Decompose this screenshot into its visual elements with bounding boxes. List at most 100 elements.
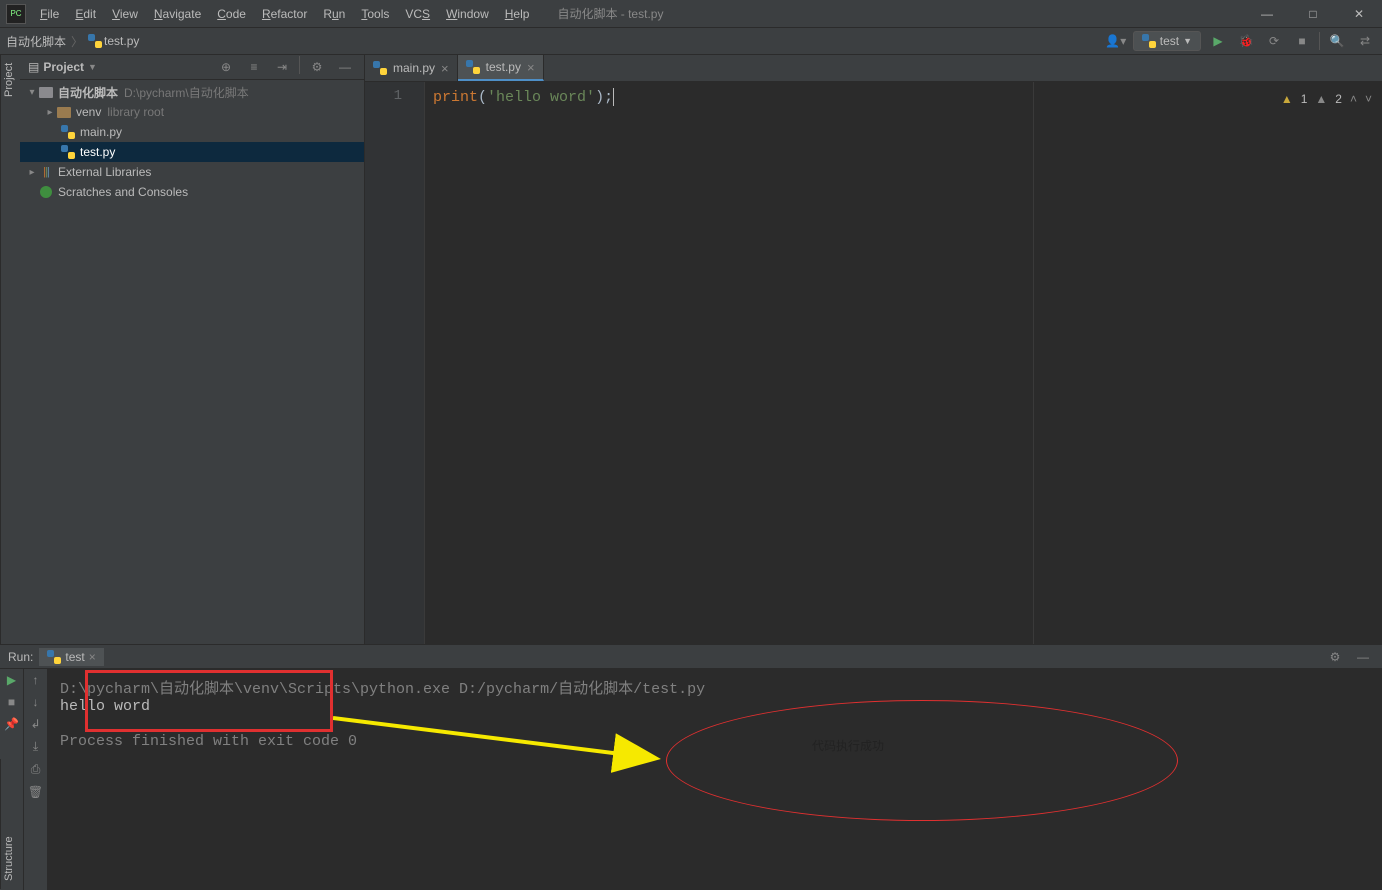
search-everywhere-icon[interactable]: 🔍 — [1326, 30, 1348, 52]
close-button[interactable]: ✕ — [1336, 0, 1382, 28]
trash-icon[interactable]: 🗑 — [28, 785, 43, 799]
scratches-icon — [40, 186, 52, 198]
console-program-output: hello word — [60, 698, 1370, 715]
run-button[interactable]: ▶ — [1207, 30, 1229, 52]
tree-file-test-label: test.py — [80, 145, 115, 159]
tree-root-path: D:\pycharm\自动化脚本 — [124, 84, 249, 101]
tree-external-label: External Libraries — [58, 165, 151, 179]
editor-tabs: main.py × test.py × — [365, 55, 1382, 82]
collapse-all-icon[interactable]: ⇥ — [271, 56, 293, 78]
menu-refactor[interactable]: Refactor — [254, 3, 315, 25]
python-file-icon — [373, 61, 387, 75]
python-file-icon — [466, 60, 480, 74]
tree-venv-label: venv — [76, 105, 101, 119]
run-panel-header: Run: test × — — [0, 645, 1382, 669]
updates-icon[interactable]: ⇄ — [1354, 30, 1376, 52]
tree-file-test[interactable]: test.py — [20, 142, 364, 162]
tree-root[interactable]: ▾ 自动化脚本 D:\pycharm\自动化脚本 — [20, 82, 364, 102]
project-tree: ▾ 自动化脚本 D:\pycharm\自动化脚本 ▸ venv library … — [20, 80, 364, 202]
close-icon[interactable]: × — [89, 650, 96, 664]
minimize-button[interactable]: — — [1244, 0, 1290, 28]
gear-icon[interactable] — [306, 56, 328, 78]
editor-inspection-marks[interactable]: ▲1 ▲2 ˄ ˅ — [1281, 92, 1372, 106]
tree-file-main-label: main.py — [80, 125, 122, 139]
editor-tab-test[interactable]: test.py × — [458, 55, 544, 81]
expand-all-icon[interactable]: ≡ — [243, 56, 265, 78]
stop-button[interactable]: ■ — [1291, 30, 1313, 52]
breadcrumb: 自动化脚本 〉 test.py — [6, 33, 139, 50]
editor-tab-test-label: test.py — [486, 60, 521, 74]
titlebar: PC File Edit View Navigate Code Refactor… — [0, 0, 1382, 28]
menu-view[interactable]: View — [104, 3, 146, 25]
separator — [1319, 32, 1320, 50]
tree-scratches[interactable]: Scratches and Consoles — [20, 182, 364, 202]
menu-navigate[interactable]: Navigate — [146, 3, 209, 25]
console-output[interactable]: D:\pycharm\自动化脚本\venv\Scripts\python.exe… — [48, 669, 1382, 890]
maximize-button[interactable]: □ — [1290, 0, 1336, 28]
up-icon[interactable]: ↑ — [33, 673, 39, 687]
pin-icon[interactable]: 📌 — [4, 717, 19, 731]
breadcrumb-separator-icon: 〉 — [71, 33, 83, 50]
project-panel-title[interactable]: Project — [43, 60, 84, 74]
editor-area: main.py × test.py × 1 print('hello word'… — [365, 55, 1382, 644]
editor-tab-main[interactable]: main.py × — [365, 55, 458, 81]
rerun-button[interactable]: ▶ — [7, 673, 16, 687]
menu-vcs[interactable]: VCS — [397, 3, 438, 25]
hide-icon[interactable]: — — [1352, 646, 1374, 668]
close-icon[interactable]: × — [441, 61, 449, 76]
locate-icon[interactable]: ⊕ — [215, 56, 237, 78]
gear-icon[interactable] — [1324, 646, 1346, 668]
code-string: 'hello word' — [487, 89, 595, 106]
run-tab[interactable]: test × — [39, 648, 103, 666]
python-file-icon — [61, 125, 75, 139]
menu-file[interactable]: File — [32, 3, 67, 25]
warning-count-1: 1 — [1301, 92, 1308, 106]
sidebar-tab-structure[interactable]: Structure — [0, 759, 20, 889]
menu-bar: File Edit View Navigate Code Refactor Ru… — [32, 3, 537, 25]
run-tab-label: test — [65, 650, 84, 664]
scroll-to-end-icon[interactable]: ⤓ — [33, 739, 38, 754]
warning-icon: ▲ — [1281, 92, 1293, 106]
breadcrumb-root[interactable]: 自动化脚本 — [6, 33, 66, 50]
menu-help[interactable]: Help — [497, 3, 538, 25]
menu-run[interactable]: Run — [315, 3, 353, 25]
next-highlight-icon[interactable]: ˅ — [1365, 92, 1372, 106]
chevron-down-icon[interactable]: ▼ — [88, 62, 97, 72]
print-icon[interactable]: ⎙ — [31, 762, 41, 777]
sidebar-tab-project[interactable]: Project — [0, 55, 20, 644]
python-file-icon — [47, 650, 61, 664]
prev-highlight-icon[interactable]: ˄ — [1350, 92, 1357, 106]
project-panel: ▤ Project ▼ ⊕ ≡ ⇥ — ▾ 自动化脚本 D:\pycharm\自… — [20, 55, 365, 644]
tree-venv-hint: library root — [107, 105, 164, 119]
window-title: 自动化脚本 - test.py — [557, 5, 663, 22]
down-icon[interactable]: ↓ — [33, 695, 39, 709]
debug-button[interactable]: 🐞 — [1235, 30, 1257, 52]
tree-venv[interactable]: ▸ venv library root — [20, 102, 364, 122]
margin-ruler — [1033, 82, 1034, 644]
menu-code[interactable]: Code — [209, 3, 254, 25]
expand-arrow-icon[interactable]: ▸ — [26, 167, 38, 178]
project-icon: ▤ — [28, 60, 39, 74]
hide-icon[interactable]: — — [334, 56, 356, 78]
add-user-icon[interactable]: 👤▾ — [1105, 30, 1127, 52]
expand-arrow-icon[interactable]: ▸ — [44, 107, 56, 118]
menu-tools[interactable]: Tools — [353, 3, 397, 25]
editor-body[interactable]: 1 print('hello word'); ▲1 ▲2 ˄ ˅ — [365, 82, 1382, 644]
run-config-selector[interactable]: test ▼ — [1133, 31, 1201, 51]
coverage-button[interactable]: ⟳ — [1263, 30, 1285, 52]
expand-arrow-icon[interactable]: ▾ — [26, 87, 38, 98]
menu-window[interactable]: Window — [438, 3, 497, 25]
breadcrumb-file[interactable]: test.py — [104, 34, 139, 48]
run-panel-label: Run: — [8, 650, 33, 664]
close-icon[interactable]: × — [527, 60, 535, 75]
tree-external-libraries[interactable]: ▸ ||| External Libraries — [20, 162, 364, 182]
stop-button[interactable]: ■ — [8, 695, 15, 709]
python-file-icon — [1142, 34, 1156, 48]
project-panel-header: ▤ Project ▼ ⊕ ≡ ⇥ — — [20, 55, 364, 80]
menu-edit[interactable]: Edit — [67, 3, 104, 25]
code-paren-close: ); — [595, 89, 613, 106]
tree-file-main[interactable]: main.py — [20, 122, 364, 142]
soft-wrap-icon[interactable]: ↲ — [30, 717, 40, 731]
code-area[interactable]: print('hello word'); — [425, 82, 1382, 644]
console-command: D:\pycharm\自动化脚本\venv\Scripts\python.exe… — [60, 677, 1370, 698]
